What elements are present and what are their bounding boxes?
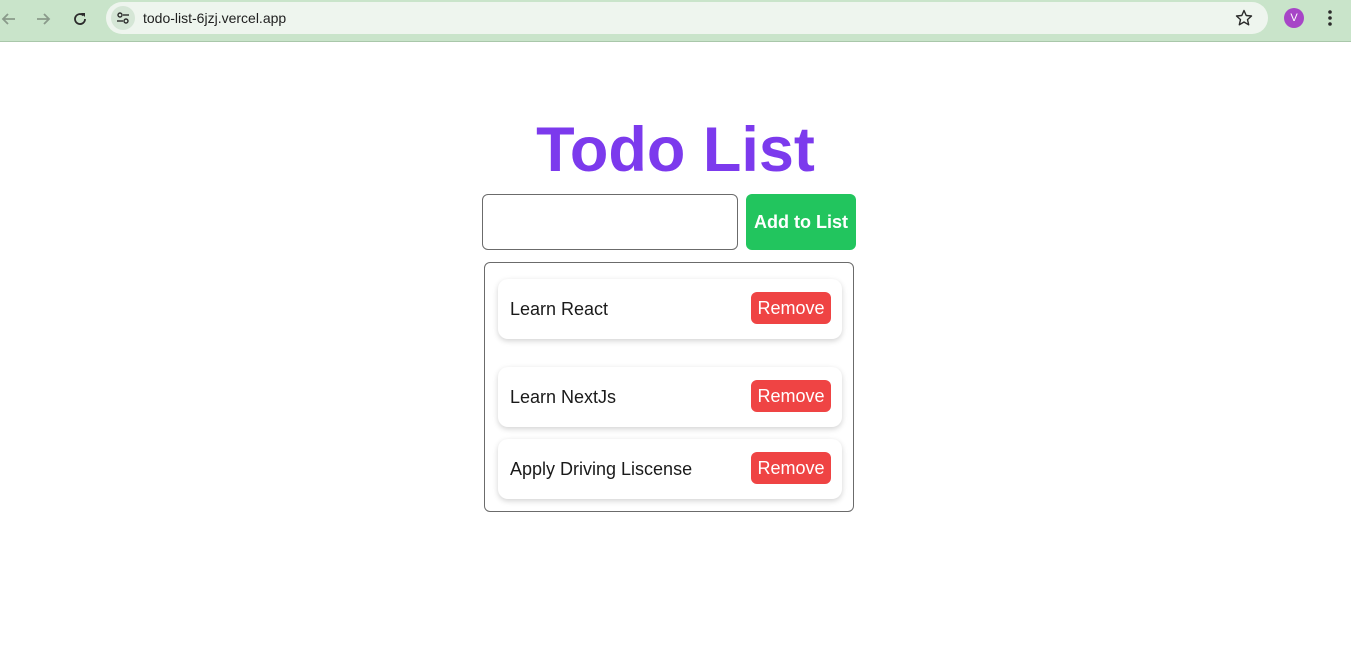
- remove-button[interactable]: Remove: [751, 380, 831, 412]
- add-to-list-button[interactable]: Add to List: [746, 194, 856, 250]
- todo-item-text: Learn React: [510, 299, 609, 319]
- todo-list: Learn React Remove Learn NextJs Remove A…: [484, 262, 854, 512]
- todo-item: Learn NextJs Remove: [498, 367, 842, 427]
- page-title: Todo List: [536, 115, 815, 185]
- address-bar[interactable]: todo-list-6jzj.vercel.app: [106, 2, 1268, 34]
- todo-input[interactable]: [482, 194, 738, 250]
- browser-toolbar: todo-list-6jzj.vercel.app V: [0, 0, 1351, 42]
- remove-button[interactable]: Remove: [751, 452, 831, 484]
- kebab-menu-icon[interactable]: [1320, 8, 1340, 28]
- forward-arrow-icon[interactable]: [30, 6, 56, 32]
- site-info-icon[interactable]: [111, 6, 135, 30]
- todo-item-text: Apply Driving Liscense: [510, 459, 693, 479]
- todo-item: Apply Driving Liscense Remove: [498, 439, 842, 499]
- star-icon[interactable]: [1234, 8, 1254, 28]
- todo-item-text: Learn NextJs: [510, 387, 617, 407]
- remove-button[interactable]: Remove: [751, 292, 831, 324]
- back-arrow-icon[interactable]: [0, 6, 22, 32]
- todo-item: Learn React Remove: [498, 279, 842, 339]
- url-text[interactable]: todo-list-6jzj.vercel.app: [143, 10, 286, 26]
- reload-icon[interactable]: [67, 6, 93, 32]
- profile-avatar[interactable]: V: [1284, 8, 1304, 28]
